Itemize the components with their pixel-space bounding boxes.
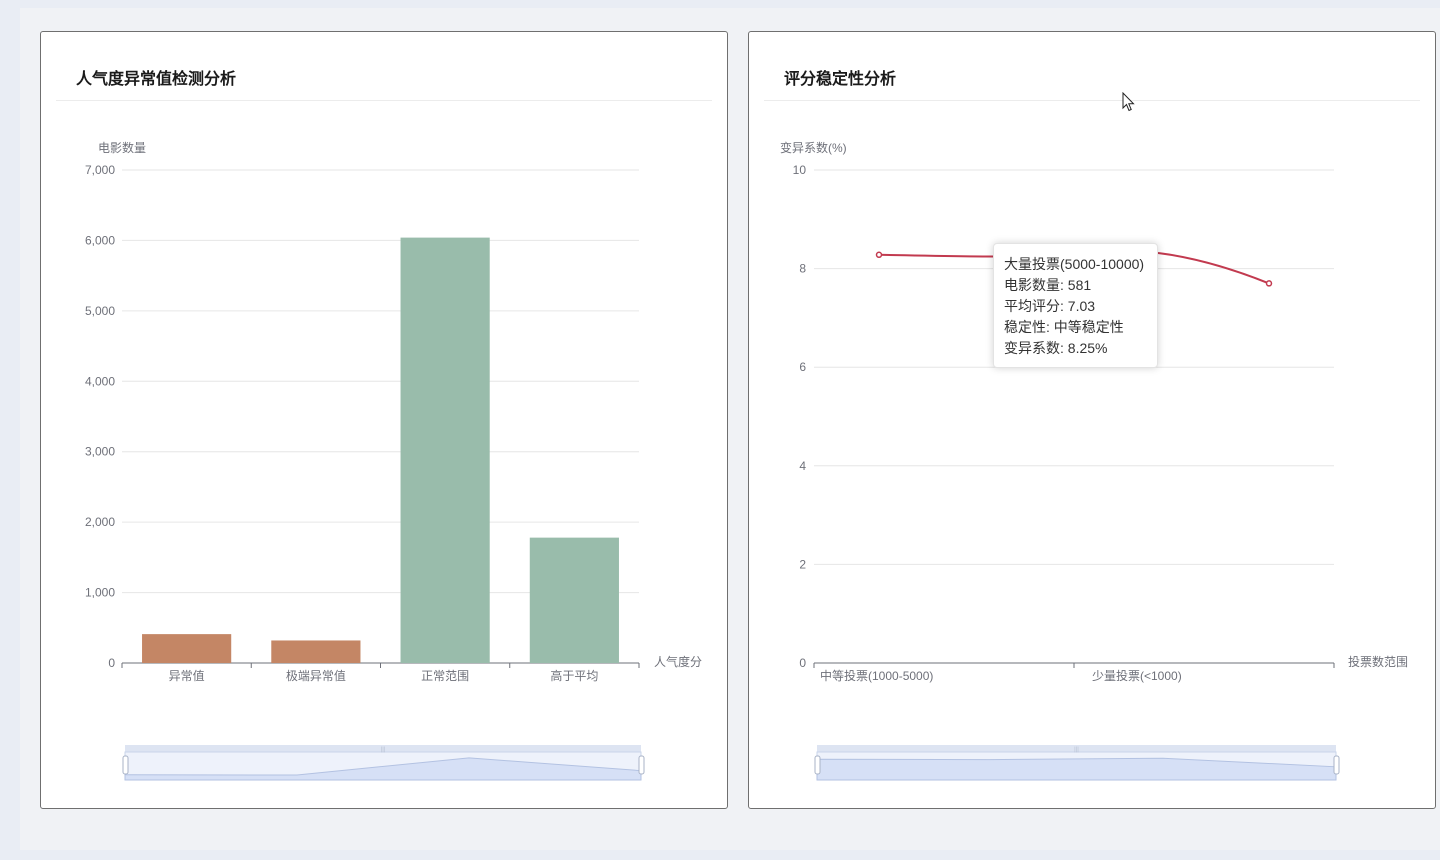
- y-tick-label: 2: [799, 557, 806, 571]
- y-tick-label: 6,000: [85, 233, 115, 247]
- y-tick-label: 6: [799, 360, 806, 374]
- datazoom-grip-icon: |||: [381, 747, 386, 753]
- series-point: [1265, 280, 1273, 287]
- tooltip-cv: 变异系数: 8.25%: [1004, 340, 1108, 356]
- series-point: [875, 251, 883, 259]
- x-tick-label: 极端异常值: [286, 668, 346, 683]
- y-tick-label: 7,000: [85, 163, 115, 177]
- tooltip-stability: 稳定性: 中等稳定性: [1004, 319, 1124, 335]
- x-tick-label: 正常范围: [421, 669, 469, 683]
- datazoom-grip-icon: |||: [1074, 747, 1079, 753]
- x-tick-label: 中等投票(1000-5000): [820, 668, 933, 683]
- tooltip-movie-count: 电影数量: 581: [1004, 277, 1092, 293]
- x-tick-label: 高于平均: [550, 668, 598, 683]
- datazoom-right-handle: [1333, 755, 1340, 775]
- y-tick-label: 2,000: [85, 515, 115, 529]
- datazoom-right-handle: [638, 755, 645, 775]
- x-tick-label: 异常值: [169, 668, 205, 683]
- y-tick-label: 4: [799, 459, 806, 473]
- y-tick-label: 4,000: [85, 374, 115, 388]
- x-axis-title: 人气度分: [654, 654, 702, 669]
- y-tick-label: 0: [799, 656, 806, 670]
- y-tick-label: 0: [108, 656, 115, 670]
- charts-svg: 0 1,000 2,000 3,000 4,000 5,000 6,000 7,000 异常值 极…: [85, 140, 1408, 781]
- bar: [529, 537, 619, 663]
- y-tick-label: 5,000: [85, 304, 115, 318]
- y-tick-label: 8: [799, 262, 806, 276]
- y-tick-label: 3,000: [85, 445, 115, 459]
- chart-tooltip: 大量投票(5000-10000) 电影数量: 581 平均评分: 7.03 稳定…: [993, 243, 1158, 368]
- x-tick-label: 少量投票(<1000): [1092, 668, 1182, 683]
- y-axis-title: 电影数量: [98, 140, 146, 155]
- datazoom-left-handle: [814, 755, 821, 775]
- bar: [400, 237, 490, 663]
- mouse-cursor-icon: [1122, 92, 1135, 112]
- tooltip-category: 大量投票(5000-10000): [1004, 256, 1145, 272]
- bar: [271, 640, 361, 663]
- y-tick-label: 1,000: [85, 586, 115, 600]
- y-tick-label: 10: [793, 163, 807, 177]
- tooltip-avg-rating: 平均评分: 7.03: [1004, 298, 1096, 314]
- bar: [142, 634, 232, 663]
- x-axis-title: 投票数范围: [1348, 654, 1408, 669]
- datazoom-left-handle: [122, 755, 129, 775]
- y-axis-title: 变异系数(%): [780, 140, 847, 155]
